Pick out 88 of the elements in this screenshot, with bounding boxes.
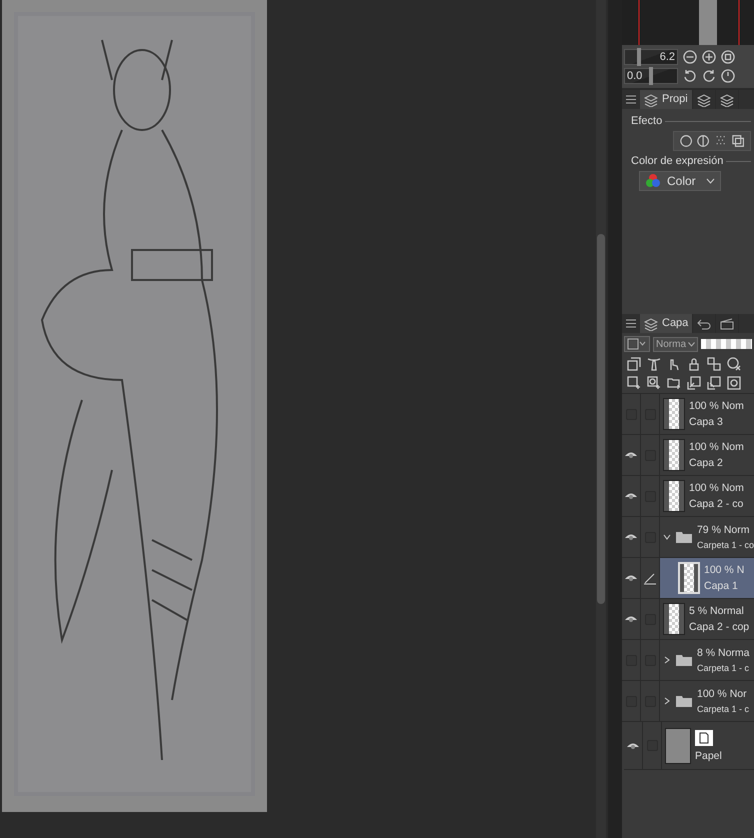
page-icon bbox=[695, 730, 713, 746]
rotate-right-icon[interactable] bbox=[702, 69, 716, 83]
menu-icon[interactable] bbox=[626, 95, 636, 104]
layer-name: Capa 3 bbox=[689, 416, 724, 428]
layer-thumbnail bbox=[663, 398, 685, 430]
caret-icon bbox=[688, 342, 696, 346]
stop-icon[interactable] bbox=[721, 50, 735, 64]
caret-icon bbox=[706, 178, 715, 184]
folder-icon bbox=[674, 530, 693, 544]
layer-thumbnail bbox=[663, 603, 685, 635]
stack-icon bbox=[696, 92, 711, 106]
layer-name: Carpeta 1 - co bbox=[696, 540, 754, 550]
eye-icon[interactable] bbox=[624, 532, 638, 542]
color-circles-icon bbox=[645, 173, 661, 189]
layer-mode: 100 % Nor bbox=[697, 688, 748, 700]
section-label: Efecto bbox=[631, 115, 662, 127]
stack-icon bbox=[644, 316, 658, 330]
new-folder-icon[interactable] bbox=[667, 376, 681, 390]
layer-row[interactable]: 100 % Nom Capa 2 bbox=[660, 435, 754, 475]
layer-thumbnail bbox=[678, 562, 700, 594]
stack-icon bbox=[644, 92, 658, 106]
layer-name: Capa 2 bbox=[689, 457, 724, 469]
slider-thumb[interactable] bbox=[649, 67, 653, 85]
layer-row[interactable]: 100 % Nom Capa 3 bbox=[660, 394, 754, 434]
clip-icon[interactable] bbox=[627, 357, 641, 371]
layer-mode: 100 % Nom bbox=[689, 400, 744, 412]
eye-icon[interactable] bbox=[624, 450, 638, 460]
circle-icon[interactable] bbox=[680, 134, 692, 148]
folder-icon bbox=[675, 653, 693, 667]
new-vector-icon[interactable] bbox=[647, 376, 661, 390]
layer-thumbnail bbox=[663, 480, 685, 512]
rotate-left-icon[interactable] bbox=[683, 69, 697, 83]
zoom-in-icon[interactable] bbox=[702, 50, 716, 64]
layer-row[interactable]: 8 % Norma Carpeta 1 - c bbox=[660, 640, 754, 680]
undo-icon bbox=[697, 318, 712, 330]
rotation-value: 0.0 bbox=[626, 70, 644, 82]
layer-mode: 100 % Nom bbox=[689, 482, 744, 494]
tone-icon[interactable] bbox=[697, 134, 710, 148]
layer-name: Carpeta 1 - c bbox=[697, 704, 750, 714]
merge-down-icon[interactable] bbox=[707, 376, 721, 390]
scrollbar-thumb[interactable] bbox=[597, 234, 605, 604]
mask-add-icon[interactable] bbox=[727, 376, 741, 390]
layer-name: Carpeta 1 - c bbox=[697, 663, 750, 673]
layer-mode: 8 % Norma bbox=[697, 647, 750, 659]
layer-row[interactable]: 100 % Nor Carpeta 1 - c bbox=[660, 681, 754, 721]
eye-icon[interactable] bbox=[624, 614, 638, 624]
lock-icon[interactable] bbox=[687, 357, 701, 371]
checker-icon[interactable] bbox=[707, 357, 721, 371]
layer-mode: 79 % Norm bbox=[696, 524, 750, 536]
chevron-right-icon[interactable] bbox=[663, 697, 671, 705]
mask-icon[interactable] bbox=[727, 357, 741, 371]
layer-name: Capa 2 - co bbox=[689, 498, 744, 510]
panel-tab[interactable]: Propi bbox=[640, 90, 693, 109]
stack-icon bbox=[720, 92, 734, 106]
section-label: Color de expresión bbox=[631, 155, 724, 167]
layer-mode: 100 % N bbox=[704, 564, 744, 576]
chevron-right-icon[interactable] bbox=[663, 656, 671, 664]
layer-row[interactable]: 5 % Normal Capa 2 - cop bbox=[660, 599, 754, 639]
panel-tab[interactable]: Capa bbox=[640, 314, 694, 333]
clapper-icon bbox=[720, 318, 734, 330]
layer-row[interactable]: Papel bbox=[662, 722, 754, 769]
layer-thumbnail bbox=[663, 439, 685, 471]
layer-row[interactable]: 79 % Norm Carpeta 1 - co bbox=[660, 517, 754, 557]
eye-icon[interactable] bbox=[626, 740, 640, 750]
zoom-value: 6.2 bbox=[658, 51, 676, 63]
layer-name: Capa 2 - cop bbox=[689, 621, 750, 633]
zoom-out-icon[interactable] bbox=[683, 50, 697, 64]
layer-row[interactable]: 100 % N Capa 1 bbox=[660, 558, 754, 598]
layer-name: Capa 1 bbox=[704, 580, 739, 592]
eye-icon[interactable] bbox=[624, 573, 638, 583]
layer-name: Papel bbox=[695, 750, 722, 762]
color-dropdown[interactable] bbox=[624, 336, 650, 352]
folder-icon bbox=[675, 694, 693, 708]
layer-row[interactable]: 100 % Nom Capa 2 - co bbox=[660, 476, 754, 516]
reset-icon[interactable] bbox=[721, 69, 735, 83]
blend-mode-dropdown[interactable]: Norma bbox=[653, 336, 698, 352]
layer-mode: 100 % Nom bbox=[689, 441, 744, 453]
squares-icon[interactable] bbox=[732, 134, 744, 148]
chevron-down-icon[interactable] bbox=[663, 533, 671, 541]
slider-thumb[interactable] bbox=[637, 48, 641, 66]
eye-icon[interactable] bbox=[624, 491, 638, 501]
square-caret-icon bbox=[627, 338, 647, 350]
layer-mode: 5 % Normal bbox=[689, 605, 745, 617]
paper-thumbnail bbox=[665, 728, 691, 764]
new-layer-icon[interactable] bbox=[627, 376, 641, 390]
color-dropdown[interactable]: Color bbox=[639, 171, 721, 191]
merge-icon[interactable] bbox=[687, 376, 701, 390]
menu-icon[interactable] bbox=[626, 319, 636, 328]
